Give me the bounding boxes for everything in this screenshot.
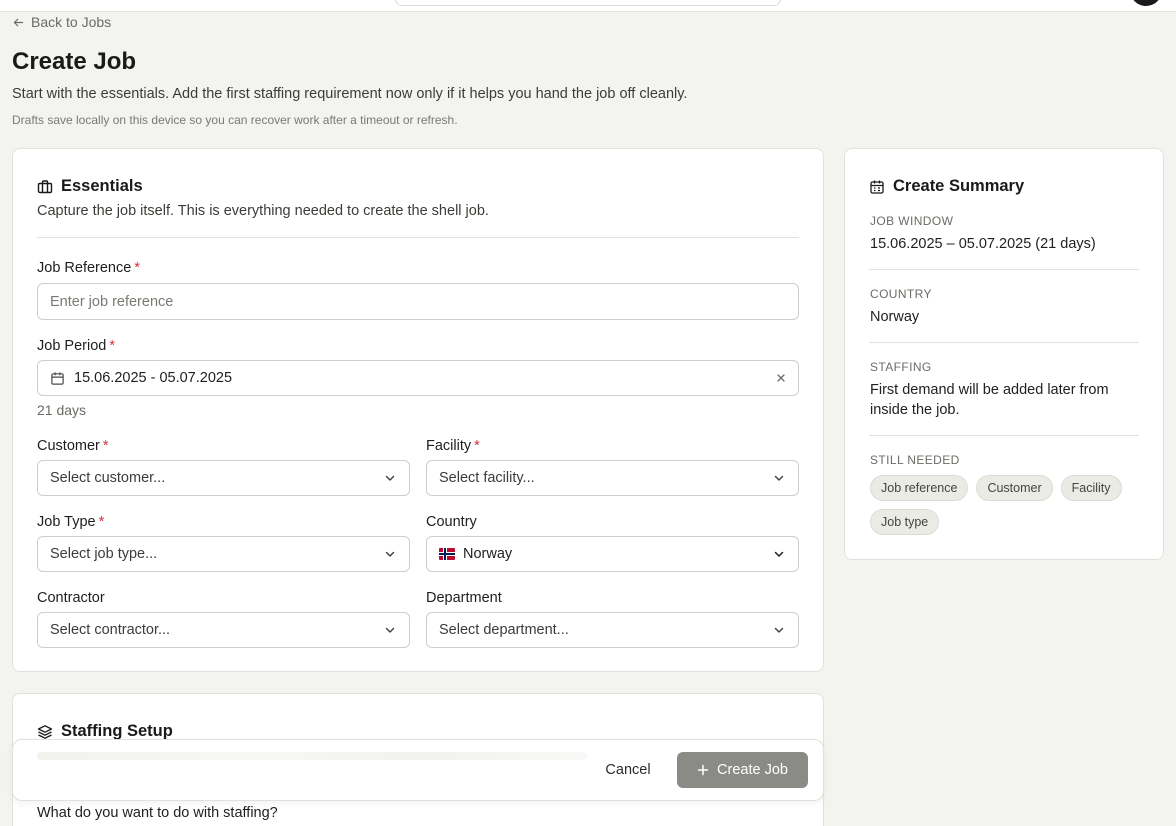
chevron-down-icon	[385, 475, 395, 481]
create-job-label: Create Job	[717, 762, 788, 778]
summary-title: Create Summary	[869, 177, 1024, 196]
page-title: Create Job	[12, 48, 137, 75]
department-select-value: Select department...	[439, 622, 569, 638]
summary-staffing-value: First demand will be added later from in…	[870, 382, 1109, 418]
chevron-down-icon	[774, 551, 784, 557]
job-reference-field[interactable]	[37, 283, 799, 320]
job-type-select[interactable]: Select job type...	[37, 536, 410, 572]
chip-facility: Facility	[1060, 475, 1122, 501]
contractor-label: Contractor	[37, 590, 105, 606]
country-label: Country	[426, 514, 477, 530]
briefcase-icon	[37, 179, 53, 193]
back-label[interactable]: Back to Jobs	[31, 14, 111, 30]
back-to-jobs-link[interactable]: Back to Jobs	[12, 14, 111, 30]
required-marker: *	[109, 338, 115, 354]
chevron-down-icon	[385, 627, 395, 633]
chevron-down-icon	[385, 551, 395, 557]
essentials-title: Essentials	[37, 177, 143, 196]
still-needed-chips: Job reference Customer Facility Job type	[870, 475, 1150, 535]
required-marker: *	[474, 438, 480, 454]
customer-select[interactable]: Select customer...	[37, 460, 410, 496]
blurred-content	[37, 752, 587, 760]
sticky-action-bar: Cancel Create Job	[12, 739, 824, 801]
layers-icon	[37, 724, 53, 739]
job-type-label: Job Type *	[37, 514, 105, 530]
job-period-label: Job Period *	[37, 338, 115, 354]
job-period-value: 15.06.2025 - 05.07.2025	[74, 370, 233, 386]
page-subtitle: Start with the essentials. Add the first…	[12, 86, 688, 102]
summary-staffing-label: STAFFING	[870, 360, 932, 374]
country-select[interactable]: Norway	[426, 536, 799, 572]
job-window-value: 15.06.2025 – 05.07.2025 (21 days)	[870, 236, 1096, 252]
chip-job-type: Job type	[870, 509, 940, 535]
department-select[interactable]: Select department...	[426, 612, 799, 648]
global-search-input[interactable]	[395, 0, 781, 6]
calendar-icon	[51, 371, 64, 385]
facility-label: Facility *	[426, 438, 480, 454]
chevron-down-icon	[774, 627, 784, 633]
job-period-days: 21 days	[37, 402, 87, 418]
job-reference-label: Job Reference *	[37, 260, 140, 276]
still-needed-label: STILL NEEDED	[870, 453, 960, 467]
top-bar	[0, 0, 1176, 12]
summary-divider	[869, 269, 1139, 270]
draft-note: Drafts save locally on this device so yo…	[12, 113, 458, 127]
norway-flag-icon	[439, 548, 455, 560]
arrow-left-icon	[13, 18, 24, 26]
customer-label: Customer *	[37, 438, 109, 454]
calendar-list-icon	[870, 180, 884, 194]
summary-country-label: COUNTRY	[870, 287, 932, 301]
essentials-title-text: Essentials	[61, 177, 143, 195]
facility-select-value: Select facility...	[439, 470, 535, 486]
customer-select-value: Select customer...	[50, 470, 166, 486]
department-label: Department	[426, 590, 502, 606]
chip-customer: Customer	[976, 475, 1053, 501]
essentials-card: Essentials Capture the job itself. This …	[12, 148, 824, 672]
user-avatar[interactable]	[1130, 0, 1162, 6]
job-period-picker[interactable]: 15.06.2025 - 05.07.2025	[37, 360, 799, 396]
contractor-select-value: Select contractor...	[50, 622, 171, 638]
plus-icon	[697, 764, 709, 776]
country-select-value: Norway	[463, 546, 513, 562]
summary-card: Create Summary JOB WINDOW 15.06.2025 – 0…	[844, 148, 1164, 560]
essentials-divider	[37, 237, 799, 238]
facility-select[interactable]: Select facility...	[426, 460, 799, 496]
summary-title-text: Create Summary	[893, 177, 1025, 195]
job-type-select-value: Select job type...	[50, 546, 158, 562]
job-window-label: JOB WINDOW	[870, 214, 954, 228]
required-marker: *	[98, 514, 105, 530]
required-marker: *	[134, 260, 140, 276]
staffing-question: What do you want to do with staffing?	[37, 805, 278, 821]
summary-divider	[869, 342, 1139, 343]
required-marker: *	[102, 438, 109, 454]
chip-job-reference: Job reference	[870, 475, 969, 501]
clear-icon[interactable]	[776, 373, 786, 383]
essentials-description: Capture the job itself. This is everythi…	[37, 203, 489, 219]
summary-country-value: Norway	[870, 309, 920, 325]
job-reference-input[interactable]	[50, 293, 786, 310]
summary-divider	[869, 435, 1139, 436]
contractor-select[interactable]: Select contractor...	[37, 612, 410, 648]
cancel-button[interactable]: Cancel	[593, 752, 663, 788]
chevron-down-icon	[774, 475, 784, 481]
create-job-button[interactable]: Create Job	[677, 752, 808, 788]
